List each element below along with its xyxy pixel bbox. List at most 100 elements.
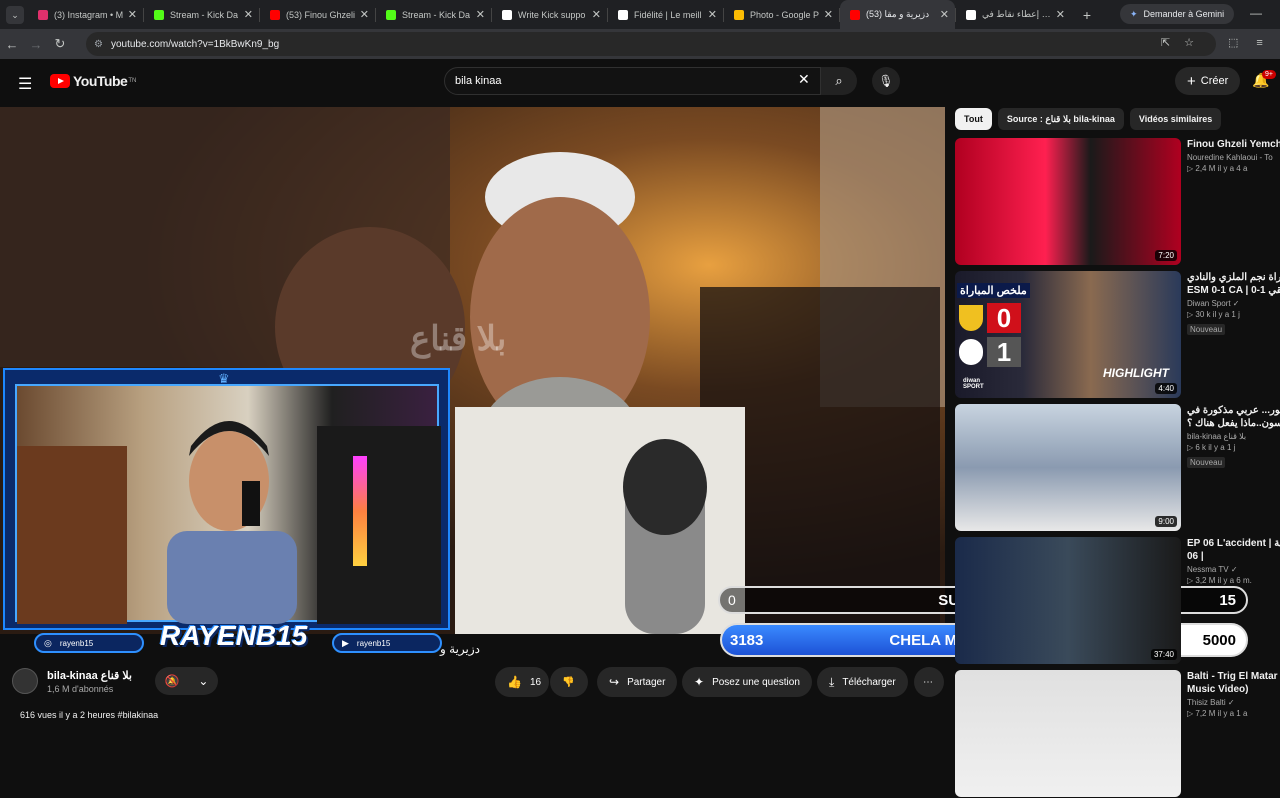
ask-question-button[interactable]: ✦ Posez une question	[682, 667, 812, 697]
close-tab-icon[interactable]: ✕	[476, 8, 485, 21]
omnibox-actions: ⇱☆	[1161, 36, 1208, 49]
recommendation-item[interactable]: Balti - Trig El Matar (CMusic Video) This…	[955, 670, 1280, 798]
url-bar[interactable]: ⚙ youtube.com/watch?v=1BkBwKn9_bg ⇱☆	[86, 32, 1216, 56]
youtube-handle: rayenb15	[356, 638, 391, 648]
cast-icon[interactable]: ⇱	[1161, 37, 1184, 49]
recommendation-title[interactable]: EP 06 L'accident | الحلقة	[1187, 537, 1280, 550]
youtube-play-icon	[50, 74, 70, 88]
video-thumbnail[interactable]: 9:00	[955, 404, 1181, 531]
diamond-icon	[618, 9, 628, 20]
close-tab-icon[interactable]: ✕	[244, 8, 253, 21]
recommendation-info: Balti - Trig El Matar (CMusic Video) This…	[1187, 670, 1280, 718]
more-actions-button[interactable]: ⋯	[914, 667, 944, 697]
logo-wordmark: YouTube	[73, 73, 128, 89]
recommendation-info: ويكسور... عربي مذكورة فيربي عن عسون..ماذ…	[1187, 404, 1280, 470]
filter-chip[interactable]: Vidéos similaires	[1129, 108, 1222, 130]
clear-search-icon[interactable]: ✕	[798, 71, 810, 88]
forward-icon[interactable]: →	[24, 37, 48, 52]
video-duration: 7:20	[1155, 250, 1177, 261]
recommendation-item[interactable]: ملخص المباراة01diwan SPORTHIGHLIGHT4:40 م…	[955, 271, 1280, 399]
hamburger-menu-icon[interactable]: ☰	[18, 74, 32, 94]
filter-chip[interactable]: Source : بلا قناع bila-kinaa	[997, 108, 1124, 130]
like-count: 16	[529, 676, 542, 688]
menu-icon[interactable]: ≡	[1256, 37, 1280, 49]
recommendation-channel[interactable]: bila-kinaa بلا قناع	[1187, 432, 1280, 441]
browser-tab[interactable]: Write Kick suppo ✕	[492, 0, 607, 29]
browser-tab[interactable]: (3) Instagram • M ✕	[28, 0, 143, 29]
gemini-button[interactable]: ✦ Demander à Gemini	[1120, 4, 1235, 24]
tab-title: Stream - Kick Da	[170, 9, 239, 20]
video-thumbnail[interactable]: 7:20	[955, 138, 1181, 265]
recommendation-title-line2[interactable]: Music Video)	[1187, 683, 1280, 696]
recommendation-title-line2[interactable]: 06 |	[1187, 550, 1280, 563]
close-tab-icon[interactable]: ✕	[940, 8, 949, 21]
youtube-logo[interactable]: YouTube TN	[50, 73, 136, 89]
recommendation-title[interactable]: Finou Ghzeli Yemchi V	[1187, 138, 1280, 151]
channel-row: bila-kinaa بلا قناع 1,6 M d'abonnés 🔕 ⌄ 👍…	[0, 660, 945, 704]
recommendation-item[interactable]: 9:00 ويكسور... عربي مذكورة فيربي عن عسون.…	[955, 404, 1280, 532]
close-tab-icon[interactable]: ✕	[360, 8, 369, 21]
tab-search-button[interactable]: ⌄	[6, 5, 24, 24]
download-icon: ⤓	[829, 674, 835, 689]
close-tab-icon[interactable]: ✕	[128, 8, 137, 21]
recommendation-meta: ▷ 2,4 M il y a 4 a	[1187, 164, 1248, 173]
browser-tab[interactable]: Stream - Kick Da ✕	[144, 0, 259, 29]
views-line: 616 vues il y a 2 heures #bilakinaa	[20, 710, 159, 720]
browser-tab[interactable]: (53) Finou Ghzeli ✕	[260, 0, 375, 29]
filter-chip[interactable]: Tout	[955, 108, 992, 130]
close-tab-icon[interactable]: ✕	[824, 8, 833, 21]
recommendation-title[interactable]: ويكسور... عربي مذكورة في	[1187, 404, 1280, 417]
recommendation-meta: ▷ 30 k il y a 1 j	[1187, 310, 1240, 319]
create-button[interactable]: + Créer	[1175, 67, 1241, 95]
extensions-icon[interactable]: ⬚	[1228, 37, 1256, 49]
recommendation-title-line2[interactable]: ربي عن عسون..ماذا يفعل هناك ؟	[1187, 417, 1280, 430]
video-thumbnail[interactable]: ملخص المباراة 0 1 diwan SPORT HIGHLIGHT 4:40	[955, 271, 1181, 398]
browser-tab[interactable]: (53) دزيرية و مقا ✕	[840, 0, 955, 29]
recommendation-item[interactable]: 7:20 Finou Ghzeli Yemchi V Nouredine Kahla…	[955, 138, 1280, 266]
channel-avatar[interactable]	[12, 668, 38, 694]
back-icon[interactable]: ←	[0, 37, 24, 52]
reload-icon[interactable]: ↻	[48, 36, 72, 52]
recommendation-title-line2[interactable]: ESM 0-1 CA | الإفريقي 1-0	[1187, 284, 1280, 297]
browser-tab[interactable]: Stream - Kick Da ✕	[376, 0, 491, 29]
recommendation-channel[interactable]: Nouredine Kahlaoui - To	[1187, 153, 1280, 162]
instagram-handle: rayenb15	[59, 638, 94, 648]
video-thumbnail[interactable]: 37:40	[955, 537, 1181, 664]
recommendation-channel[interactable]: Thisiz Balti ✓	[1187, 698, 1280, 707]
browser-tab[interactable]: Fidélité | Le meill ✕	[608, 0, 723, 29]
search-input[interactable]: bila kinaa	[444, 67, 821, 95]
video-thumbnail[interactable]	[955, 670, 1181, 797]
team-badge-bottom	[959, 339, 983, 365]
browser-tab[interactable]: Photo - Google P ✕	[724, 0, 839, 29]
like-button[interactable]: 👍 16	[495, 667, 549, 697]
ask-label: Posez une question	[712, 676, 800, 688]
voice-search-icon[interactable]: 🎙	[872, 67, 900, 95]
tab-title: Photo - Google P	[750, 9, 820, 20]
subscribed-button[interactable]: 🔕 ⌄	[155, 667, 218, 695]
search-button[interactable]: ⌕	[821, 67, 857, 95]
close-tab-icon[interactable]: ✕	[708, 8, 717, 21]
minimize-icon[interactable]: —	[1250, 6, 1262, 20]
recommendation-channel[interactable]: Diwan Sport ✓	[1187, 299, 1280, 308]
download-button[interactable]: ⤓ Télécharger	[817, 667, 908, 697]
youtube-icon	[270, 9, 280, 20]
share-button[interactable]: ↪ Partager	[597, 667, 678, 697]
url-text: youtube.com/watch?v=1BkBwKn9_bg	[110, 38, 280, 50]
sparkle-icon: ✦	[694, 675, 705, 689]
channel-name[interactable]: bila-kinaa بلا قناع	[47, 669, 132, 682]
team-badge-top	[959, 305, 983, 331]
filter-chips: Tout Source : بلا قناع bila-kinaa Vidéos s…	[955, 108, 1227, 130]
bookmark-star-icon[interactable]: ☆	[1184, 37, 1208, 49]
close-tab-icon[interactable]: ✕	[1056, 8, 1065, 21]
close-tab-icon[interactable]: ✕	[592, 8, 601, 21]
browser-tab[interactable]: إعطاء نقاط في Rix ✕	[956, 0, 1071, 29]
recommendation-channel[interactable]: Nessma TV ✓	[1187, 565, 1280, 574]
youtube-icon: ▶	[342, 637, 349, 648]
site-info-icon[interactable]: ⚙	[94, 39, 103, 50]
recommendation-meta: ▷ 7,2 M il y a 1 a	[1187, 709, 1248, 718]
new-tab-button[interactable]: +	[1077, 7, 1097, 23]
dislike-button[interactable]: 👎	[550, 667, 588, 697]
recommendation-title[interactable]: Balti - Trig El Matar (C	[1187, 670, 1280, 683]
recommendation-item[interactable]: 37:40 EP 06 L'accident | الحلقة06 | Nessma…	[955, 537, 1280, 665]
recommendation-title[interactable]: ملخص مباراة نجم الملزي والنادي	[1187, 271, 1280, 284]
